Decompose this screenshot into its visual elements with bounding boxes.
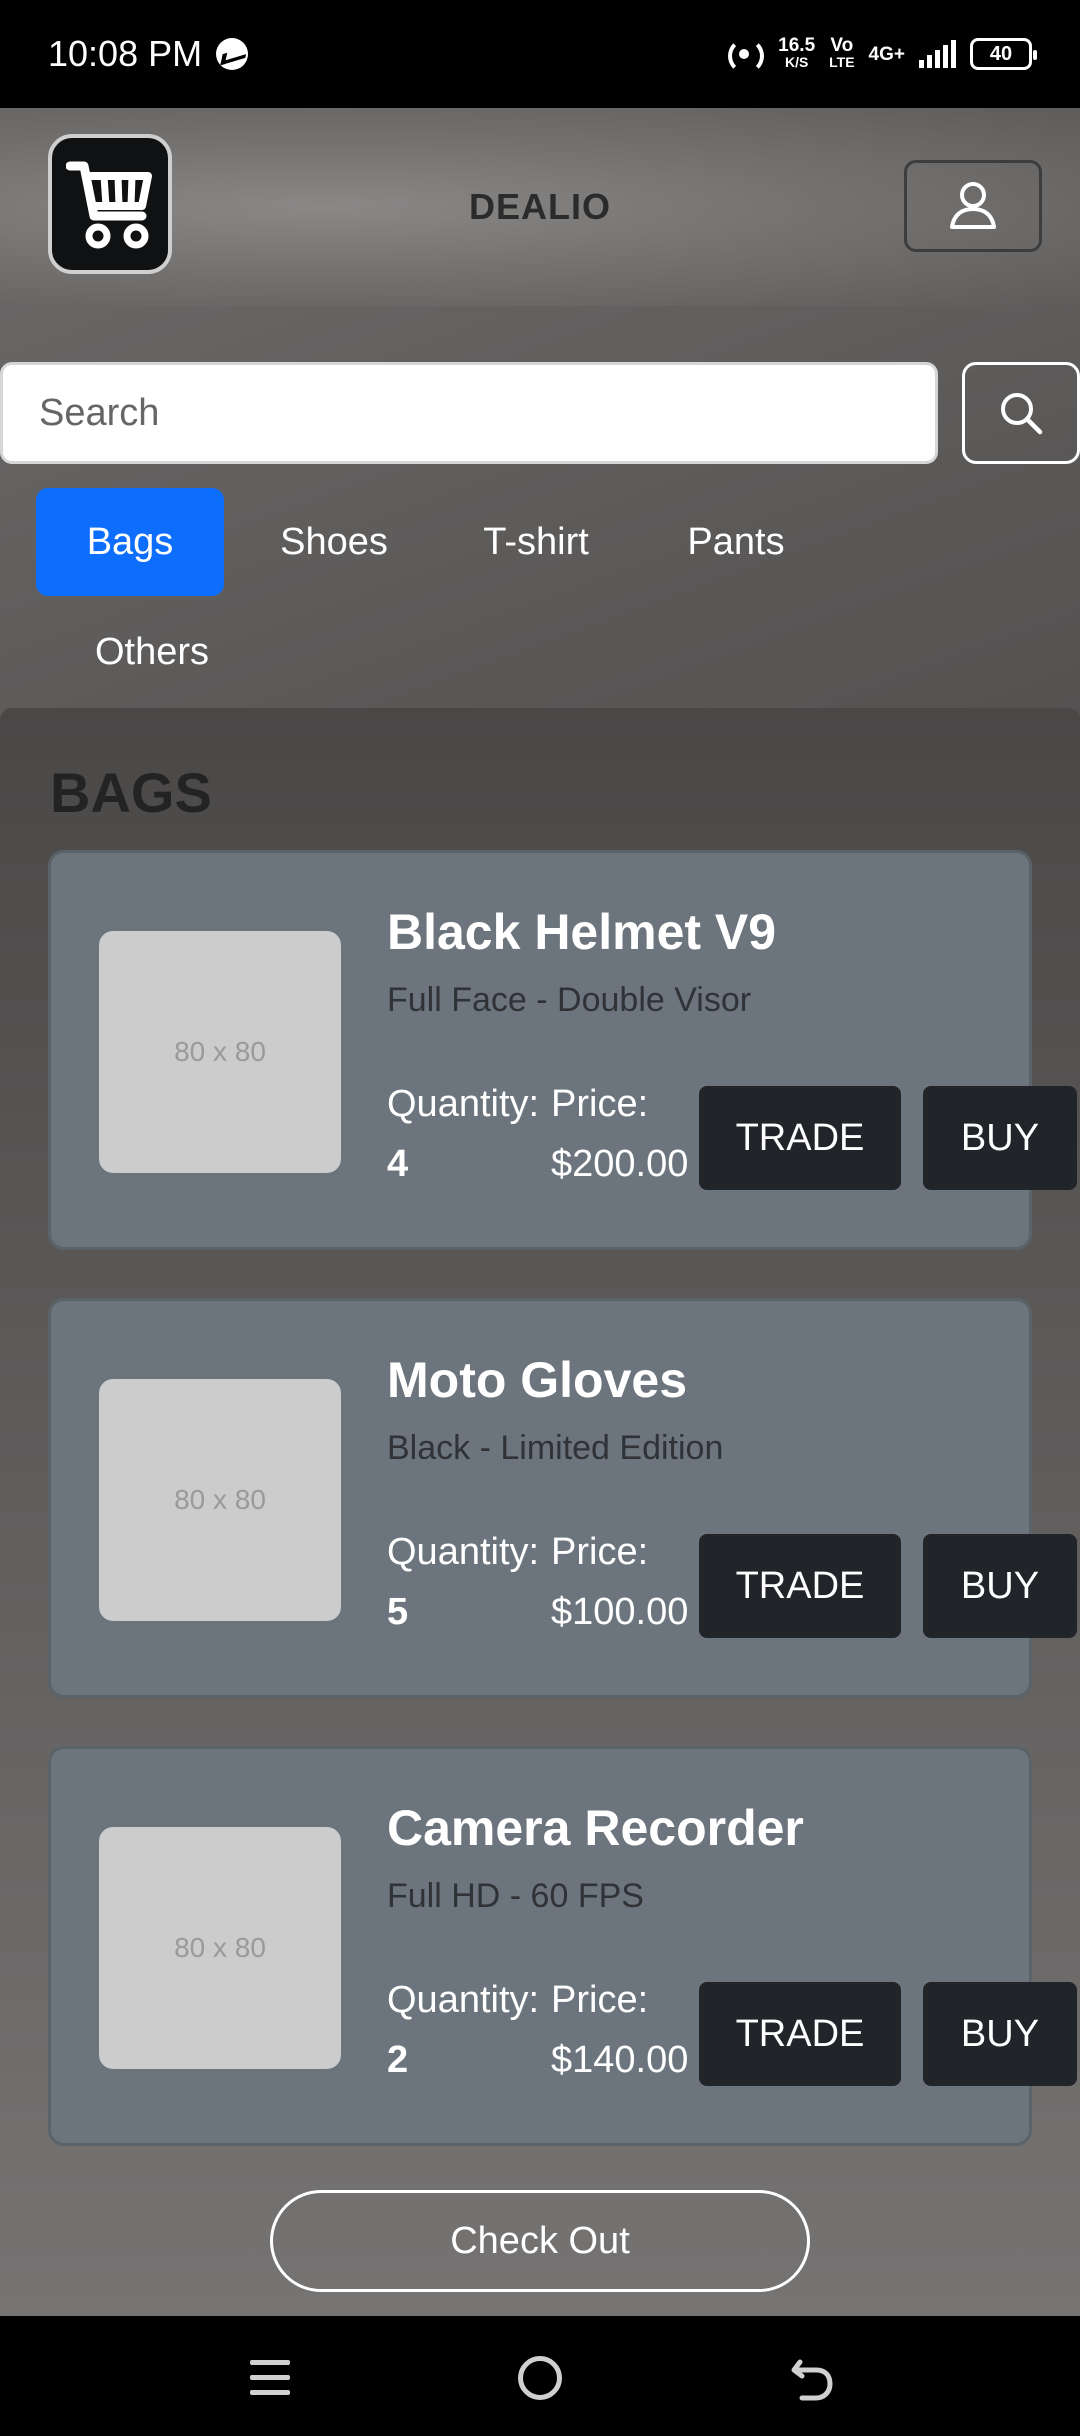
- net-speed-unit: K/S: [784, 54, 809, 70]
- checkout-button[interactable]: Check Out: [270, 2190, 810, 2292]
- trade-button[interactable]: TRADE: [699, 1534, 901, 1638]
- product-name: Camera Recorder: [387, 1800, 804, 1856]
- product-image: 80 x 80: [99, 1379, 341, 1621]
- tab-tshirt[interactable]: T-shirt: [444, 488, 628, 596]
- product-description: Full HD - 60 FPS: [387, 1877, 644, 1915]
- search-button[interactable]: [962, 362, 1080, 464]
- image-placeholder-text: 80 x 80: [174, 1932, 266, 1963]
- price-label: Price:: [551, 1083, 649, 1125]
- tab-shoes[interactable]: Shoes: [244, 488, 424, 596]
- volte-top: Vo: [830, 35, 854, 56]
- status-right: 16.5 K/S Vo LTE 4G+ 40: [724, 34, 1037, 74]
- section-title: BAGS: [50, 761, 212, 824]
- battery-icon: 40: [970, 38, 1037, 70]
- messenger-icon: [216, 38, 249, 70]
- tab-bags[interactable]: Bags: [36, 488, 224, 596]
- user-icon: [950, 182, 996, 229]
- menu-icon[interactable]: [250, 2360, 290, 2396]
- buy-button[interactable]: BUY: [923, 1086, 1077, 1190]
- product-card: 80 x 80 Moto Gloves Black - Limited Edit…: [48, 1298, 1077, 1698]
- app-screen: DEALIO Bags Shoes T-shirt Pants Others B…: [0, 108, 1080, 2316]
- search-icon: [1001, 393, 1043, 435]
- battery-level: 40: [989, 42, 1013, 65]
- search-input[interactable]: [0, 362, 938, 464]
- price-label: Price:: [551, 1979, 649, 2021]
- app-header: DEALIO: [0, 108, 1080, 306]
- system-nav-bar: [0, 2316, 1080, 2436]
- tab-pants[interactable]: Pants: [644, 488, 828, 596]
- hotspot-icon: [724, 34, 765, 74]
- status-left: 10:08 PM: [48, 33, 249, 75]
- price-value: $140.00: [551, 2039, 689, 2081]
- image-placeholder-text: 80 x 80: [174, 1036, 266, 1067]
- status-time: 10:08 PM: [48, 33, 203, 74]
- trade-button[interactable]: TRADE: [699, 1982, 901, 2086]
- buy-button[interactable]: BUY: [923, 1534, 1077, 1638]
- price-value: $200.00: [551, 1143, 689, 1185]
- network-type: 4G+: [868, 43, 905, 65]
- trade-button[interactable]: TRADE: [699, 1086, 901, 1190]
- status-bar: 10:08 PM 16.5 K/S Vo LTE 4G+ 40: [0, 0, 1080, 108]
- product-image: 80 x 80: [99, 931, 341, 1173]
- price-label: Price:: [551, 1531, 649, 1573]
- quantity-value: 5: [387, 1591, 409, 1633]
- volte-bottom: LTE: [829, 54, 855, 70]
- network-indicator: 4G+: [868, 43, 905, 65]
- image-placeholder-text: 80 x 80: [174, 1484, 266, 1515]
- buy-button[interactable]: BUY: [923, 1982, 1077, 2086]
- product-description: Full Face - Double Visor: [387, 981, 752, 1019]
- signal-icon: [919, 40, 956, 68]
- profile-button[interactable]: [904, 160, 1042, 252]
- price-value: $100.00: [551, 1591, 689, 1633]
- quantity-label: Quantity:: [387, 1083, 540, 1125]
- product-description: Black - Limited Edition: [387, 1429, 724, 1467]
- quantity-label: Quantity:: [387, 1531, 540, 1573]
- product-name: Moto Gloves: [387, 1352, 688, 1408]
- product-image: 80 x 80: [99, 1827, 341, 2069]
- search-bar: [0, 362, 1080, 464]
- product-card: 80 x 80 Camera Recorder Full HD - 60 FPS…: [48, 1746, 1077, 2146]
- net-speed-value: 16.5: [778, 35, 816, 56]
- home-icon[interactable]: [518, 2356, 562, 2400]
- volte-indicator: Vo LTE: [829, 35, 855, 71]
- tab-others[interactable]: Others: [66, 598, 238, 706]
- back-icon[interactable]: [790, 2356, 834, 2402]
- quantity-label: Quantity:: [387, 1979, 540, 2021]
- quantity-value: 2: [387, 2039, 409, 2081]
- product-card: 80 x 80 Black Helmet V9 Full Face - Doub…: [48, 850, 1077, 1250]
- products-panel: BAGS 80 x 80 Black Helmet V9 Full Face -…: [0, 708, 1080, 2316]
- product-name: Black Helmet V9: [387, 904, 777, 960]
- net-speed: 16.5 K/S: [778, 35, 816, 71]
- quantity-value: 4: [387, 1143, 409, 1185]
